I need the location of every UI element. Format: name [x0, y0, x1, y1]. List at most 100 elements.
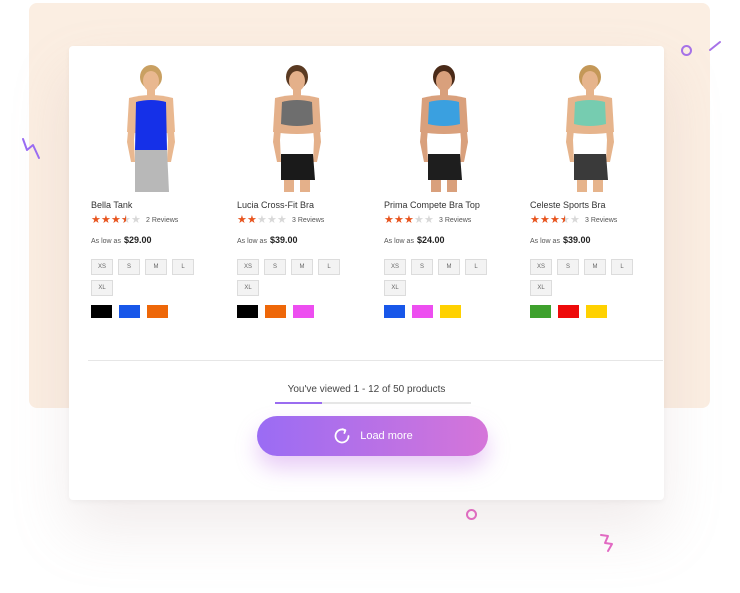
product-rating: ★★★★★ 3 Reviews: [384, 214, 504, 226]
size-option[interactable]: S: [264, 259, 286, 275]
decorative-slash-icon: [709, 41, 721, 51]
star-icon: ★: [414, 213, 424, 226]
color-swatch[interactable]: [119, 305, 140, 318]
size-option[interactable]: L: [465, 259, 487, 275]
product-card[interactable]: Prima Compete Bra Top ★ ★ ★ ★ ★ 3 Reviews As…: [384, 62, 504, 318]
review-count-link[interactable]: 3 Reviews: [292, 217, 324, 224]
size-option[interactable]: M: [438, 259, 460, 275]
color-swatch[interactable]: [440, 305, 461, 318]
size-option[interactable]: XL: [530, 280, 552, 296]
size-option[interactable]: XS: [530, 259, 552, 275]
product-image[interactable]: [384, 62, 504, 192]
star-icon: ★: [530, 213, 540, 226]
color-options: [237, 305, 357, 318]
size-option[interactable]: XS: [384, 259, 406, 275]
size-options: XS S M L XL: [91, 259, 211, 296]
color-swatch[interactable]: [237, 305, 258, 318]
price-value: $24.00: [416, 235, 445, 245]
color-options: [384, 305, 504, 318]
size-option[interactable]: XL: [91, 280, 113, 296]
size-option[interactable]: S: [118, 259, 140, 275]
price-prefix: As low as: [91, 238, 121, 245]
size-option[interactable]: L: [611, 259, 633, 275]
size-options: XS S M L XL: [237, 259, 357, 296]
product-name[interactable]: Celeste Sports Bra: [530, 199, 650, 211]
star-icon: ★: [394, 213, 404, 226]
size-option[interactable]: M: [145, 259, 167, 275]
divider: [88, 360, 663, 361]
review-count-link[interactable]: 2 Reviews: [146, 217, 178, 224]
star-icon: ★: [121, 214, 131, 226]
star-icon: ★: [424, 213, 434, 226]
price-prefix: As low as: [384, 238, 414, 245]
color-swatch[interactable]: [586, 305, 607, 318]
decorative-zigzag-icon: [22, 138, 40, 159]
product-card[interactable]: Bella Tank ★★★★★ 2 Reviews As low as$29.…: [91, 62, 211, 318]
color-swatch[interactable]: [293, 305, 314, 318]
star-icon: ★: [237, 213, 247, 226]
star-icon: ★: [570, 213, 580, 226]
star-icon: ★: [91, 213, 101, 226]
pagination-status: You've viewed 1 - 12 of 50 products: [287, 384, 446, 395]
product-name[interactable]: Bella Tank: [91, 199, 211, 211]
star-icon: ★: [550, 213, 560, 226]
product-listing-card: Bella Tank ★★★★★ 2 Reviews As low as$29.…: [69, 46, 664, 500]
color-swatch[interactable]: [147, 305, 168, 318]
rating-stars: ★ ★ ★ ★ ★: [384, 213, 434, 226]
size-option[interactable]: XS: [91, 259, 113, 275]
product-card[interactable]: Celeste Sports Bra ★★★★★ 3 Reviews As lo…: [530, 62, 650, 318]
price-value: $39.00: [562, 235, 591, 245]
star-icon: ★: [111, 213, 121, 226]
color-swatch[interactable]: [384, 305, 405, 318]
price-prefix: As low as: [530, 238, 560, 245]
product-name[interactable]: Lucia Cross-Fit Bra: [237, 199, 357, 211]
size-option[interactable]: M: [291, 259, 313, 275]
color-swatch[interactable]: [265, 305, 286, 318]
product-rating: ★★★★★ 3 Reviews: [530, 214, 650, 226]
size-option[interactable]: L: [318, 259, 340, 275]
size-option[interactable]: L: [172, 259, 194, 275]
size-option[interactable]: XS: [237, 259, 259, 275]
size-options: XS S M L XL: [384, 259, 504, 296]
star-icon: ★: [247, 213, 257, 226]
product-rating: ★★★★★ 3 Reviews: [237, 214, 357, 226]
size-options: XS S M L XL: [530, 259, 650, 296]
color-options: [91, 305, 211, 318]
product-image[interactable]: [530, 62, 650, 192]
decorative-circle-icon: [681, 45, 692, 56]
product-name[interactable]: Prima Compete Bra Top: [384, 199, 504, 211]
size-option[interactable]: M: [584, 259, 606, 275]
load-more-label: Load more: [360, 430, 413, 442]
size-option[interactable]: S: [557, 259, 579, 275]
price-prefix: As low as: [237, 238, 267, 245]
product-price: As low as $29.00: [91, 234, 211, 246]
color-swatch[interactable]: [91, 305, 112, 318]
star-icon: ★: [131, 213, 141, 226]
review-count-link[interactable]: 3 Reviews: [585, 217, 617, 224]
size-option[interactable]: S: [411, 259, 433, 275]
color-swatch[interactable]: [558, 305, 579, 318]
star-icon: ★: [277, 213, 287, 226]
star-icon: ★: [384, 213, 394, 226]
color-swatch[interactable]: [412, 305, 433, 318]
size-option[interactable]: XL: [237, 280, 259, 296]
star-icon: ★: [101, 213, 111, 226]
rating-stars: ★ ★ ★ ★ ★: [530, 213, 580, 226]
product-image[interactable]: [237, 62, 357, 192]
product-card[interactable]: Lucia Cross-Fit Bra ★ ★ ★ ★ ★ 3 Reviews As l…: [237, 62, 357, 318]
product-image[interactable]: [91, 62, 211, 192]
load-more-button[interactable]: Load more: [257, 416, 488, 456]
review-count-link[interactable]: 3 Reviews: [439, 217, 471, 224]
color-options: [530, 305, 650, 318]
price-value: $39.00: [269, 235, 298, 245]
color-swatch[interactable]: [530, 305, 551, 318]
size-option[interactable]: XL: [384, 280, 406, 296]
rating-stars: ★ ★ ★ ★ ★: [91, 213, 141, 226]
product-price: As low as $24.00: [384, 234, 504, 246]
product-price: As low as $39.00: [237, 234, 357, 246]
product-rating: ★★★★★ 2 Reviews: [91, 214, 211, 226]
decorative-zigzag-icon: [600, 534, 613, 552]
star-icon: ★: [404, 213, 414, 226]
pagination-progress-bar: [275, 402, 471, 404]
star-icon: ★: [560, 214, 570, 226]
